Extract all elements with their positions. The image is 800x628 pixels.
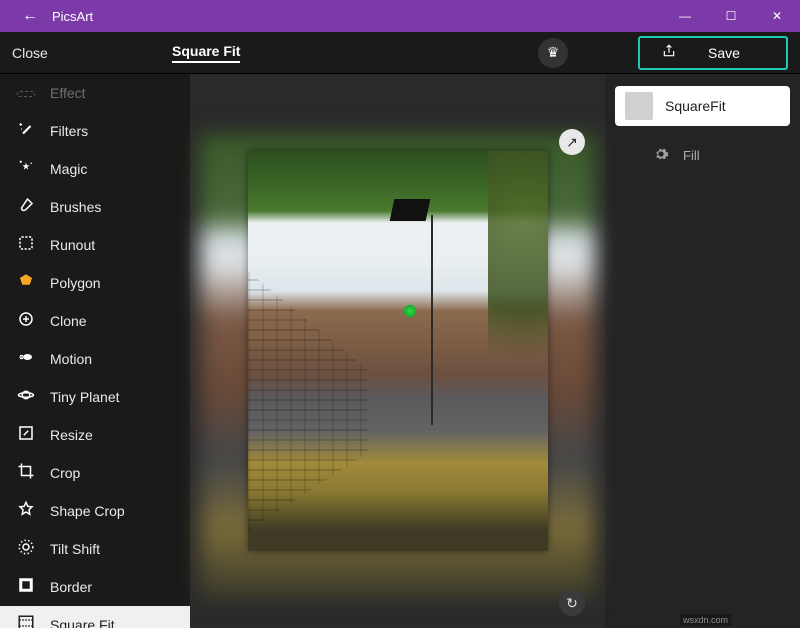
- sidebar-item-squarefit[interactable]: Square Fit: [0, 606, 190, 628]
- photo-foliage: [488, 151, 548, 391]
- expand-button[interactable]: ↗: [559, 129, 585, 155]
- sidebar-item-label: Resize: [50, 427, 93, 443]
- crown-icon: ♛: [547, 44, 560, 61]
- sidebar-item-motion[interactable]: Motion: [0, 340, 190, 378]
- sidebar-item-resize[interactable]: Resize: [0, 416, 190, 454]
- sidebar-item-tiltshift[interactable]: Tilt Shift: [0, 530, 190, 568]
- canvas-photo[interactable]: [248, 151, 548, 551]
- polygon-icon: [16, 272, 36, 295]
- planet-icon: [16, 386, 36, 409]
- sidebar-item-label: Effect: [50, 85, 86, 101]
- sidebar-item-border[interactable]: Border: [0, 568, 190, 606]
- topbar: Close Square Fit ♛ Save: [0, 32, 800, 74]
- expand-icon: ↗: [566, 134, 578, 151]
- effect-icon: [16, 84, 36, 102]
- star-icon: [16, 500, 36, 523]
- sidebar-item-effect[interactable]: Effect: [0, 74, 190, 112]
- sidebar-item-crop[interactable]: Crop: [0, 454, 190, 492]
- sidebar-item-clone[interactable]: Clone: [0, 302, 190, 340]
- share-icon: [662, 44, 676, 62]
- clone-icon: [16, 310, 36, 333]
- layer-card[interactable]: SquareFit: [615, 86, 790, 126]
- cutout-icon: [16, 234, 36, 257]
- sidebar-item-runout[interactable]: Runout: [0, 226, 190, 264]
- tiltshift-icon: [16, 538, 36, 561]
- crop-icon: [16, 462, 36, 485]
- sparkle-icon: [16, 158, 36, 181]
- sidebar-item-label: Shape Crop: [50, 503, 125, 519]
- sidebar-item-label: Polygon: [50, 275, 101, 291]
- sidebar-item-shapecrop[interactable]: Shape Crop: [0, 492, 190, 530]
- sidebar-item-polygon[interactable]: Polygon: [0, 264, 190, 302]
- sidebar-item-magic[interactable]: Magic: [0, 150, 190, 188]
- motion-icon: [16, 348, 36, 371]
- sidebar-item-label: Square Fit: [50, 617, 115, 628]
- fill-option[interactable]: Fill: [615, 146, 790, 165]
- sidebar-item-label: Magic: [50, 161, 87, 177]
- layer-thumbnail: [625, 92, 653, 120]
- save-button[interactable]: Save: [638, 36, 788, 70]
- maximize-button[interactable]: ☐: [708, 0, 754, 32]
- layer-name: SquareFit: [665, 98, 726, 114]
- canvas-area[interactable]: ↗ ↻: [190, 74, 605, 628]
- squarefit-icon: [16, 614, 36, 628]
- sidebar-item-label: Brushes: [50, 199, 101, 215]
- brush-icon: [16, 196, 36, 219]
- sidebar-item-label: Crop: [50, 465, 80, 481]
- rotate-icon: ↻: [566, 595, 578, 612]
- sidebar-item-tinyplanet[interactable]: Tiny Planet: [0, 378, 190, 416]
- sidebar-item-label: Tilt Shift: [50, 541, 100, 557]
- sidebar-item-label: Motion: [50, 351, 92, 367]
- save-label: Save: [708, 45, 740, 61]
- sidebar-item-brushes[interactable]: Brushes: [0, 188, 190, 226]
- photo-wall: [248, 271, 368, 531]
- sidebar-item-label: Clone: [50, 313, 87, 329]
- sidebar: Effect Filters Magic Brushes Runout: [0, 74, 190, 628]
- sidebar-item-label: Border: [50, 579, 92, 595]
- watermark: wsxdn.com: [680, 614, 731, 626]
- rotate-button[interactable]: ↻: [559, 590, 585, 616]
- window-controls: — ☐ ✕: [662, 0, 800, 32]
- back-button[interactable]: ←: [8, 7, 52, 25]
- right-panel: SquareFit Fill: [605, 74, 800, 628]
- window-close-button[interactable]: ✕: [754, 0, 800, 32]
- resize-icon: [16, 424, 36, 447]
- premium-badge[interactable]: ♛: [538, 38, 568, 68]
- editor-close-button[interactable]: Close: [12, 45, 72, 61]
- titlebar: ← PicsArt — ☐ ✕: [0, 0, 800, 32]
- gear-icon: [653, 146, 669, 165]
- sidebar-item-label: Runout: [50, 237, 95, 253]
- border-icon: [16, 576, 36, 599]
- wand-icon: [16, 120, 36, 143]
- sidebar-item-filters[interactable]: Filters: [0, 112, 190, 150]
- fill-label: Fill: [683, 148, 700, 163]
- sidebar-item-label: Filters: [50, 123, 88, 139]
- minimize-button[interactable]: —: [662, 0, 708, 32]
- sidebar-item-label: Tiny Planet: [50, 389, 120, 405]
- breadcrumb[interactable]: Square Fit: [172, 43, 240, 63]
- app-name: PicsArt: [52, 9, 93, 24]
